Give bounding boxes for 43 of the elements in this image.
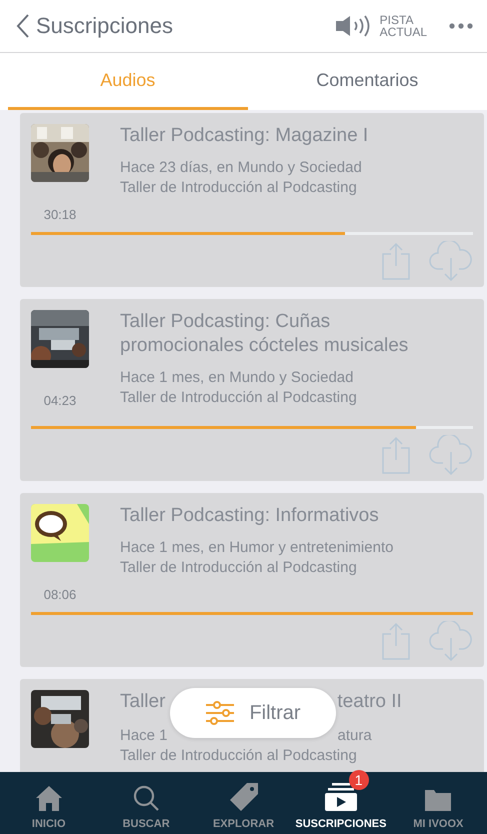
- episode-duration: 30:18: [44, 207, 76, 222]
- episode-date-category: Hace 1 mes, en Humor y entretenimiento: [120, 538, 394, 558]
- program-name: Taller de Introducción al Podcasting: [120, 178, 358, 198]
- share-icon[interactable]: [381, 436, 411, 474]
- episode-date-category: Hace 1: [120, 726, 168, 746]
- sliders-icon: [205, 701, 236, 725]
- episode-duration: 04:23: [44, 393, 76, 408]
- filter-button[interactable]: Filtrar: [170, 688, 336, 738]
- more-icon[interactable]: [449, 23, 473, 29]
- episode-title: Taller Podcasting: Magazine I: [120, 124, 370, 148]
- notification-badge: 1: [348, 770, 369, 790]
- program-name: Taller de Introducción al Podcasting: [120, 388, 358, 408]
- nav-tab[interactable]: INICIO: [0, 772, 98, 834]
- cloud-download-icon[interactable]: [429, 241, 473, 281]
- tag-icon: [228, 782, 259, 812]
- now-playing-button[interactable]: PISTA ACTUAL: [334, 14, 427, 38]
- episode-duration: 08:06: [44, 587, 76, 602]
- episode-title: teatro II: [337, 690, 402, 714]
- episode-date-category: atura: [338, 726, 372, 746]
- cloud-download-icon[interactable]: [429, 435, 473, 475]
- cloud-download-icon[interactable]: [429, 621, 473, 661]
- episode-card[interactable]: 04:23 Taller Podcasting: Cuñas promocionales cócteles musicales Hace 1 mes, en Mundo y Sociedad Taller de Introducción al Podcasting: [20, 299, 484, 481]
- share-icon[interactable]: [381, 622, 411, 660]
- episode-card[interactable]: 08:06 Taller Podcasting: Informativos Hace 1 mes, en Humor y entretenimiento Taller de Introducción al Podcasting: [20, 493, 484, 667]
- search-icon: [132, 784, 160, 812]
- nav-tab[interactable]: EXPLORAR: [194, 772, 292, 834]
- home-icon: [34, 784, 63, 812]
- episode-title: Taller Podcasting: Informativos: [120, 504, 380, 528]
- share-icon[interactable]: [381, 242, 411, 280]
- nav-tab[interactable]: BUSCAR: [97, 772, 195, 834]
- nav-tab[interactable]: MI IVOOX: [390, 772, 487, 834]
- nav-tab[interactable]: SUSCRIPCIONES 1: [292, 772, 390, 834]
- program-name: Taller de Introducción al Podcasting: [120, 746, 358, 766]
- program-name: Taller de Introducción al Podcasting: [120, 558, 358, 578]
- tab[interactable]: Comentarios: [248, 53, 487, 110]
- episode-title: Taller: [120, 690, 166, 714]
- folder-icon: [424, 788, 452, 812]
- episode-date-category: Hace 23 días, en Mundo y Sociedad: [120, 158, 363, 178]
- back-button[interactable]: Suscripciones: [16, 13, 173, 39]
- back-chevron-icon: [16, 13, 30, 39]
- episode-title: Taller Podcasting: Cuñas promocionales cócteles musicales: [120, 310, 410, 358]
- episode-card[interactable]: 30:18 Taller Podcasting: Magazine I Hace 23 días, en Mundo y Sociedad Taller de Introducción al Podcasting: [20, 113, 484, 287]
- episode-date-category: Hace 1 mes, en Mundo y Sociedad: [120, 368, 354, 388]
